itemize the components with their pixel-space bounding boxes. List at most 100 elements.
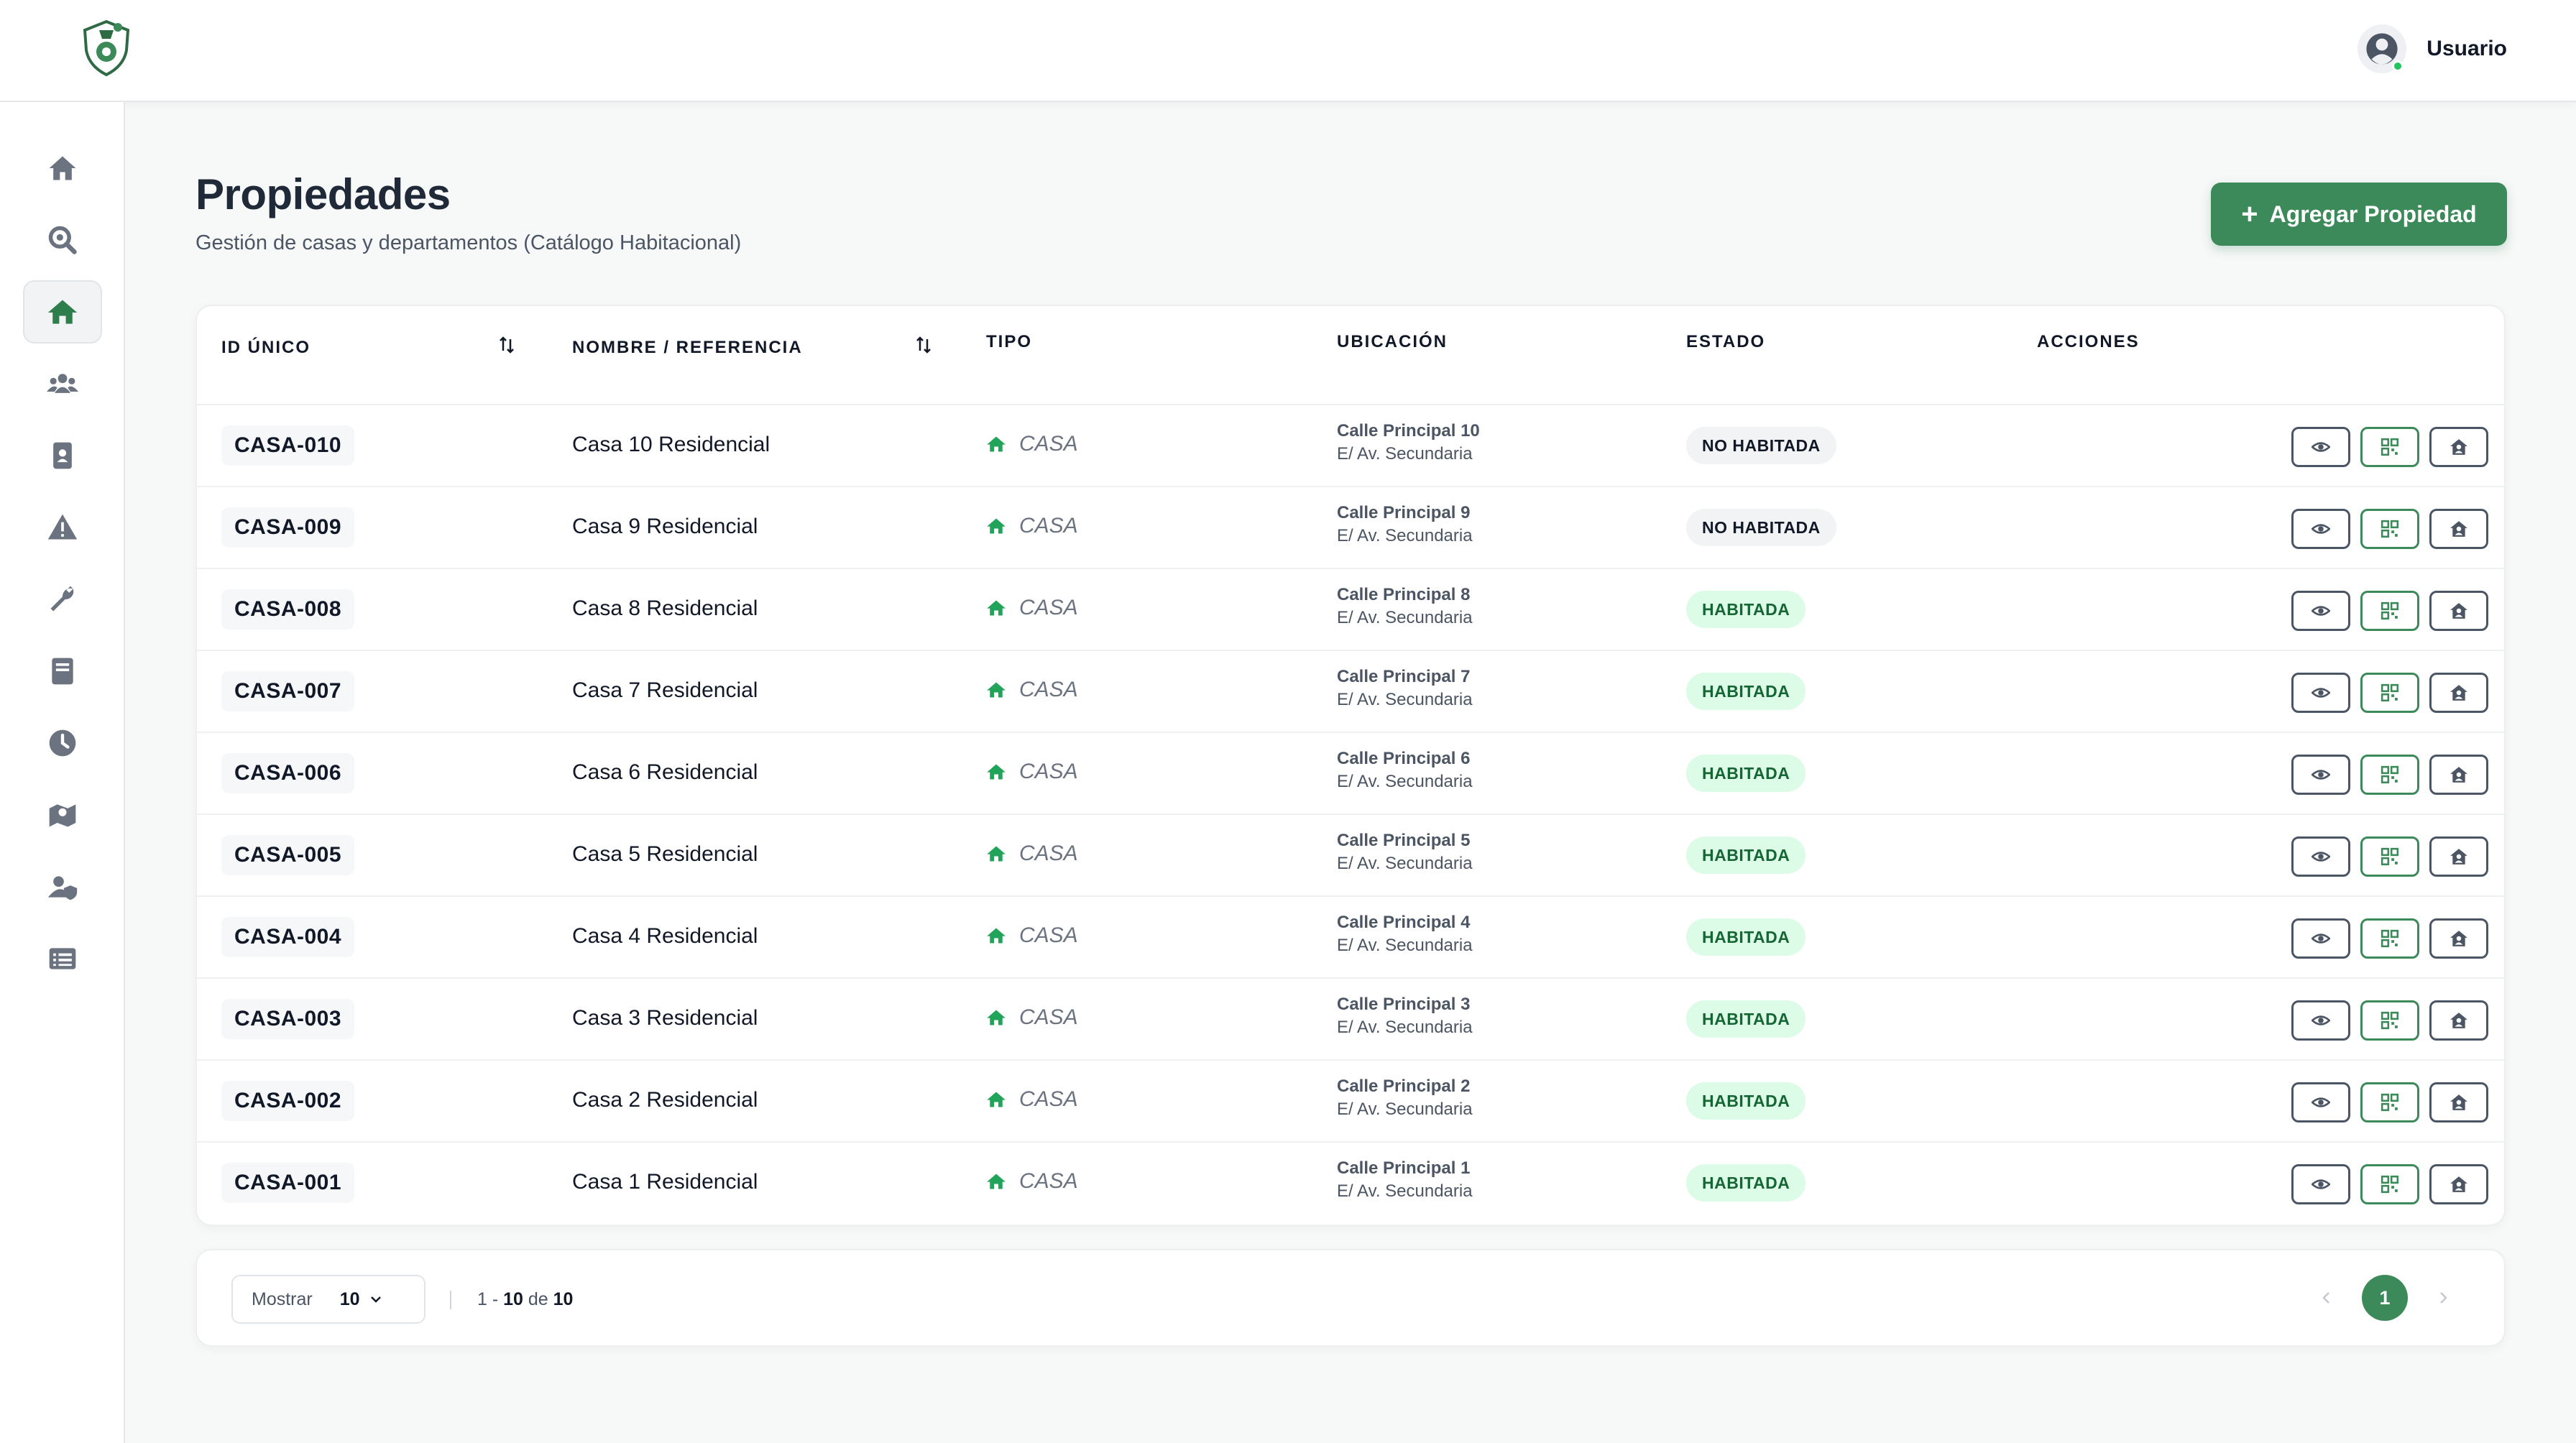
qr-code-button[interactable] xyxy=(2360,509,2419,549)
property-cross-street: E/ Av. Secundaria xyxy=(1337,690,1473,709)
next-page-button[interactable] xyxy=(2425,1275,2461,1321)
property-id: CASA-007 xyxy=(221,671,355,711)
status-badge: HABITADA xyxy=(1686,1164,1806,1202)
sidebar-item-users[interactable] xyxy=(23,352,102,415)
sidebar-item-maintenance[interactable] xyxy=(23,568,102,631)
sidebar-item-admin[interactable] xyxy=(23,855,102,918)
residents-button[interactable] xyxy=(2429,591,2488,631)
property-id: CASA-006 xyxy=(221,753,355,793)
qr-code-button[interactable] xyxy=(2360,836,2419,877)
view-button[interactable] xyxy=(2291,1082,2350,1122)
sidebar-item-map[interactable] xyxy=(23,783,102,847)
wrench-icon xyxy=(50,586,74,612)
sidebar-item-home[interactable] xyxy=(23,137,102,200)
eye-icon xyxy=(2312,1179,2330,1189)
sidebar-item-reports[interactable] xyxy=(23,927,102,990)
user-menu[interactable]: Usuario xyxy=(2358,24,2507,73)
status-badge: HABITADA xyxy=(1686,1000,1806,1038)
residents-button[interactable] xyxy=(2429,673,2488,713)
view-button[interactable] xyxy=(2291,1000,2350,1041)
residents-button[interactable] xyxy=(2429,1164,2488,1204)
alert-icon xyxy=(47,514,78,540)
house-icon xyxy=(987,1174,1006,1189)
sidebar-item-logbook[interactable] xyxy=(23,640,102,703)
view-button[interactable] xyxy=(2291,755,2350,795)
view-button[interactable] xyxy=(2291,591,2350,631)
house-user-icon xyxy=(2450,767,2467,783)
view-button[interactable] xyxy=(2291,918,2350,959)
page-size-select[interactable]: Mostrar 10 xyxy=(231,1275,426,1324)
qr-code-button[interactable] xyxy=(2360,673,2419,713)
residents-button[interactable] xyxy=(2429,918,2488,959)
property-type: CASA xyxy=(986,1087,1078,1112)
residents-button[interactable] xyxy=(2429,755,2488,795)
eye-icon xyxy=(2312,688,2330,698)
sidebar-item-contacts[interactable] xyxy=(23,424,102,487)
property-name: Casa 6 Residencial xyxy=(572,760,758,784)
add-property-button[interactable]: + Agregar Propiedad xyxy=(2211,183,2507,246)
book-icon xyxy=(52,658,73,685)
property-name: Casa 2 Residencial xyxy=(572,1088,758,1112)
view-button[interactable] xyxy=(2291,836,2350,877)
sort-icon[interactable] xyxy=(499,335,515,355)
page-button-current[interactable]: 1 xyxy=(2362,1275,2408,1321)
qr-code-icon xyxy=(2380,765,2399,784)
qr-code-button[interactable] xyxy=(2360,1000,2419,1041)
view-button[interactable] xyxy=(2291,1164,2350,1204)
sidebar-item-alerts[interactable] xyxy=(23,496,102,559)
house-user-icon xyxy=(2450,849,2467,865)
search-location-icon xyxy=(48,226,77,254)
row-actions xyxy=(2291,673,2504,713)
property-type-label: CASA xyxy=(1019,1087,1078,1111)
property-type: CASA xyxy=(986,1169,1078,1194)
status-badge: HABITADA xyxy=(1686,1082,1806,1120)
view-button[interactable] xyxy=(2291,427,2350,467)
app-logo[interactable] xyxy=(78,17,135,78)
sort-icon[interactable] xyxy=(916,335,932,355)
qr-code-icon xyxy=(2380,929,2399,948)
page-subtitle: Gestión de casas y departamentos (Catálo… xyxy=(196,231,742,254)
property-type: CASA xyxy=(986,514,1078,538)
table-row: CASA-002 Casa 2 Residencial CASA Calle Prin… xyxy=(197,1061,2504,1143)
home-icon xyxy=(49,156,76,180)
view-button[interactable] xyxy=(2291,509,2350,549)
status-badge: HABITADA xyxy=(1686,673,1806,710)
house-icon xyxy=(987,682,1006,698)
qr-code-icon xyxy=(2380,1011,2399,1030)
residents-button[interactable] xyxy=(2429,509,2488,549)
residents-button[interactable] xyxy=(2429,1000,2488,1041)
house-user-icon xyxy=(2450,1176,2467,1192)
view-button[interactable] xyxy=(2291,673,2350,713)
residents-button[interactable] xyxy=(2429,427,2488,467)
avatar[interactable] xyxy=(2358,24,2407,73)
divider xyxy=(450,1291,451,1309)
qr-code-button[interactable] xyxy=(2360,1082,2419,1122)
residents-button[interactable] xyxy=(2429,836,2488,877)
row-actions xyxy=(2291,427,2504,467)
house-icon xyxy=(987,600,1006,616)
qr-code-button[interactable] xyxy=(2360,427,2419,467)
house-icon xyxy=(987,928,1006,944)
column-header-name[interactable]: NOMBRE / REFERENCIA xyxy=(572,338,803,358)
residents-button[interactable] xyxy=(2429,1082,2488,1122)
column-header-id[interactable]: ID ÚNICO xyxy=(221,338,310,358)
qr-code-button[interactable] xyxy=(2360,1164,2419,1204)
qr-code-icon xyxy=(2380,1175,2399,1194)
prev-page-button[interactable] xyxy=(2309,1275,2345,1321)
property-type-label: CASA xyxy=(1019,596,1078,619)
qr-code-button[interactable] xyxy=(2360,755,2419,795)
property-id: CASA-008 xyxy=(221,589,355,630)
sidebar-item-search[interactable] xyxy=(23,208,102,272)
qr-code-button[interactable] xyxy=(2360,918,2419,959)
range-end: 10 xyxy=(503,1289,523,1309)
property-name: Casa 10 Residencial xyxy=(572,433,770,456)
sidebar-item-properties[interactable] xyxy=(23,280,102,344)
qr-code-button[interactable] xyxy=(2360,591,2419,631)
property-type: CASA xyxy=(986,842,1078,866)
house-user-icon xyxy=(2450,1094,2467,1110)
property-street: Calle Principal 4 xyxy=(1337,913,1471,932)
eye-icon xyxy=(2312,1015,2330,1025)
property-id: CASA-005 xyxy=(221,835,355,875)
sidebar-item-history[interactable] xyxy=(23,711,102,775)
property-type: CASA xyxy=(986,1005,1078,1030)
